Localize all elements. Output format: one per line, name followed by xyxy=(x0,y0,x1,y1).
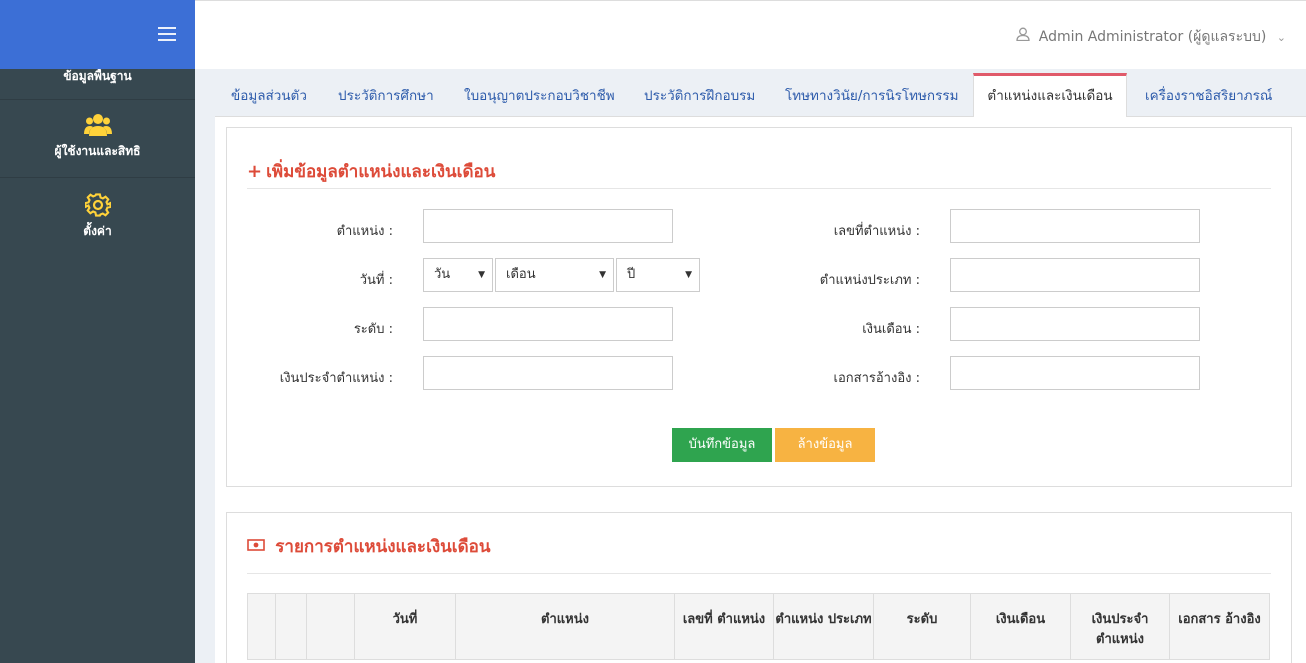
gear-icon xyxy=(83,192,111,222)
tab-discipline[interactable]: โทษทางวินัย/การนิรโทษกรรม xyxy=(785,73,959,117)
day-select[interactable]: วัน ▼ xyxy=(423,258,493,292)
salary-label: เงินเดือน : xyxy=(862,322,920,337)
divider xyxy=(247,573,1271,574)
clear-button[interactable]: ล้างข้อมูล xyxy=(775,428,875,462)
column-header: เงินเดือน xyxy=(970,593,1071,660)
level-input[interactable] xyxy=(423,307,673,341)
column-header xyxy=(247,593,276,660)
column-header: ตำแหน่ง xyxy=(455,593,675,660)
allowance-input[interactable] xyxy=(423,356,673,390)
sidebar-item-label: ตั้งค่า xyxy=(83,224,112,238)
user-menu[interactable]: Admin Administrator (ผู้ดูแลระบบ) ⌄ xyxy=(1016,26,1286,48)
month-select[interactable]: เดือน ▼ xyxy=(495,258,614,292)
table-header-row: วันที่ ตำแหน่ง เลขที่ ตำแหน่ง ตำแหน่ง ปร… xyxy=(247,593,1270,660)
add-position-card: + เพิ่มข้อมูลตำแหน่งและเงินเดือน ตำแหน่ง … xyxy=(226,127,1292,487)
column-header: วันที่ xyxy=(354,593,456,660)
list-title: รายการตำแหน่งและเงินเดือน xyxy=(247,533,490,560)
column-header xyxy=(306,593,355,660)
column-header: ตำแหน่ง ประเภท xyxy=(773,593,874,660)
level-label: ระดับ : xyxy=(353,322,393,337)
tab-license[interactable]: ใบอนุญาตประกอบวิชาชีพ xyxy=(464,73,615,117)
sidebar-item-label: ผู้ใช้งานและสิทธิ xyxy=(54,144,141,158)
position-label: ตำแหน่ง : xyxy=(336,224,393,239)
column-header: ระดับ xyxy=(873,593,971,660)
position-input[interactable] xyxy=(423,209,673,243)
profile-tabs: ข้อมูลส่วนตัว ประวัติการศึกษา ใบอนุญาตปร… xyxy=(215,73,1306,118)
chevron-down-icon: ⌄ xyxy=(1276,31,1286,44)
column-header xyxy=(275,593,307,660)
position-list-card: รายการตำแหน่งและเงินเดือน วันที่ ตำแหน่ง… xyxy=(226,512,1292,663)
reference-label: เอกสารอ้างอิง : xyxy=(833,371,920,386)
top-navbar: Admin Administrator (ผู้ดูแลระบบ) ⌄ xyxy=(195,0,1306,69)
caret-down-icon: ▼ xyxy=(599,270,606,280)
sidebar-header xyxy=(0,0,195,69)
save-button[interactable]: บันทึกข้อมูล xyxy=(672,428,772,462)
tab-position-salary[interactable]: ตำแหน่งและเงินเดือน xyxy=(973,73,1127,118)
column-header: เงินประจำ ตำแหน่ง xyxy=(1070,593,1170,660)
year-select[interactable]: ปี ▼ xyxy=(616,258,700,292)
plus-icon: + xyxy=(247,161,263,182)
sidebar-item-label: ข้อมูลพื้นฐาน xyxy=(63,69,132,83)
tab-training[interactable]: ประวัติการฝึกอบรม xyxy=(644,73,755,117)
position-no-label: เลขที่ตำแหน่ง : xyxy=(833,224,920,239)
form-title: + เพิ่มข้อมูลตำแหน่งและเงินเดือน xyxy=(247,161,496,182)
user-icon xyxy=(1016,27,1034,45)
tab-education[interactable]: ประวัติการศึกษา xyxy=(338,73,434,117)
divider xyxy=(247,188,1271,189)
reference-input[interactable] xyxy=(950,356,1200,390)
tab-personal-info[interactable]: ข้อมูลส่วนตัว xyxy=(231,73,307,117)
sidebar-item-users[interactable]: ผู้ใช้งานและสิทธิ xyxy=(0,100,195,178)
column-header: เลขที่ ตำแหน่ง xyxy=(674,593,774,660)
sidebar-item-basic-data[interactable]: ข้อมูลพื้นฐาน xyxy=(0,67,195,100)
tab-content: + เพิ่มข้อมูลตำแหน่งและเงินเดือน ตำแหน่ง … xyxy=(215,117,1306,663)
position-type-input[interactable] xyxy=(950,258,1200,292)
position-no-input[interactable] xyxy=(950,209,1200,243)
position-table: วันที่ ตำแหน่ง เลขที่ ตำแหน่ง ตำแหน่ง ปร… xyxy=(247,593,1270,660)
user-name: Admin Administrator (ผู้ดูแลระบบ) xyxy=(1038,29,1267,45)
caret-down-icon: ▼ xyxy=(685,270,692,280)
date-label: วันที่ : xyxy=(359,273,393,288)
sidebar-item-settings[interactable]: ตั้งค่า xyxy=(0,178,195,256)
tab-decorations[interactable]: เครื่องราชอิสริยาภรณ์ xyxy=(1145,73,1272,117)
allowance-label: เงินประจำตำแหน่ง : xyxy=(279,371,393,386)
position-type-label: ตำแหน่งประเภท : xyxy=(819,273,920,288)
money-icon xyxy=(247,536,271,557)
menu-toggle-icon[interactable] xyxy=(158,27,176,41)
column-header: เอกสาร อ้างอิง xyxy=(1169,593,1270,660)
salary-input[interactable] xyxy=(950,307,1200,341)
caret-down-icon: ▼ xyxy=(478,270,485,280)
users-icon xyxy=(83,112,112,142)
sidebar: ข้อมูลพื้นฐาน ผู้ใช้งานและสิทธิ ตั้งค่า xyxy=(0,0,195,663)
